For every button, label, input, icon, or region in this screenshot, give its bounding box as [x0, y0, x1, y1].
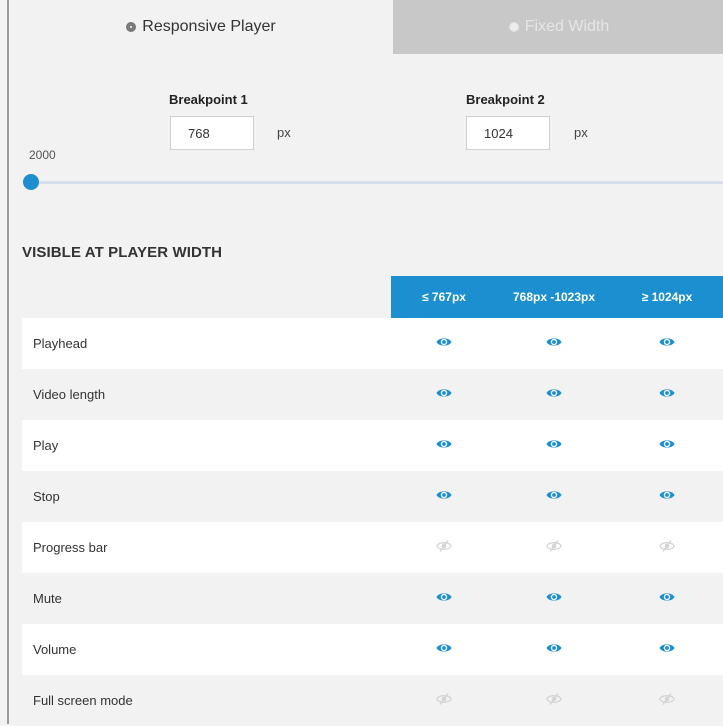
- row-label: Video length: [33, 387, 106, 402]
- visibility-cell: [497, 540, 611, 555]
- slider-value-label: 2000: [29, 148, 56, 162]
- row-label: Progress bar: [33, 540, 108, 555]
- eye-icon[interactable]: [436, 591, 452, 606]
- table-row: Volume: [22, 624, 723, 675]
- visibility-cell: [497, 693, 611, 708]
- breakpoint-1-label: Breakpoint 1: [169, 92, 248, 107]
- table-row: Stop: [22, 471, 723, 522]
- visibility-cell: [391, 693, 497, 708]
- eye-icon[interactable]: [436, 642, 452, 657]
- row-label: Volume: [33, 642, 77, 657]
- breakpoint-2-unit: px: [574, 125, 588, 140]
- table-row: Video length: [22, 369, 723, 420]
- eye-icon[interactable]: [659, 489, 675, 504]
- eye-icon[interactable]: [659, 387, 675, 402]
- row-label: Playhead: [33, 336, 88, 351]
- breakpoint-1-input[interactable]: [170, 116, 254, 150]
- visibility-cell: [391, 489, 497, 504]
- eye-icon[interactable]: [546, 387, 562, 402]
- eye-icon[interactable]: [546, 642, 562, 657]
- visibility-cell: [611, 336, 723, 351]
- visibility-cell: [497, 438, 611, 453]
- eye-icon[interactable]: [546, 591, 562, 606]
- eye-slash-icon[interactable]: [659, 693, 675, 708]
- width-column-header: ≤ 767px 768px -1023px ≥ 1024px: [391, 276, 723, 318]
- eye-slash-icon[interactable]: [546, 693, 562, 708]
- column-header-large: ≥ 1024px: [641, 290, 693, 304]
- eye-icon[interactable]: [436, 387, 452, 402]
- width-slider-track[interactable]: [29, 181, 723, 184]
- player-mode-tabs: Responsive Player Fixed Width: [9, 0, 723, 54]
- table-row: Playhead: [22, 318, 723, 369]
- visibility-cell: [391, 591, 497, 606]
- eye-slash-icon[interactable]: [436, 540, 452, 555]
- table-row: Progress bar: [22, 522, 723, 573]
- visibility-cell: [497, 336, 611, 351]
- eye-slash-icon[interactable]: [546, 540, 562, 555]
- table-row: Mute: [22, 573, 723, 624]
- visibility-cell: [611, 387, 723, 402]
- row-label: Full screen mode: [33, 693, 133, 708]
- visibility-cell: [497, 642, 611, 657]
- visibility-cell: [497, 591, 611, 606]
- visibility-cell: [611, 438, 723, 453]
- radio-selected-icon[interactable]: [126, 22, 137, 32]
- eye-icon[interactable]: [436, 336, 452, 351]
- visibility-cell: [391, 438, 497, 453]
- eye-icon[interactable]: [546, 336, 562, 351]
- column-header-small: ≤ 767px: [422, 290, 466, 304]
- eye-icon[interactable]: [659, 336, 675, 351]
- eye-icon[interactable]: [436, 489, 452, 504]
- visibility-cell: [391, 540, 497, 555]
- radio-unselected-icon[interactable]: [508, 22, 519, 32]
- visibility-cell: [611, 693, 723, 708]
- eye-icon[interactable]: [659, 438, 675, 453]
- column-header-medium: 768px -1023px: [512, 290, 596, 304]
- eye-slash-icon[interactable]: [659, 540, 675, 555]
- eye-icon[interactable]: [659, 591, 675, 606]
- visibility-cell: [611, 642, 723, 657]
- width-slider-handle[interactable]: [23, 174, 39, 190]
- section-title: VISIBLE AT PLAYER WIDTH: [22, 244, 223, 261]
- tab-responsive-label: Responsive Player: [142, 18, 276, 35]
- eye-icon[interactable]: [436, 438, 452, 453]
- breakpoint-1-unit: px: [277, 125, 291, 140]
- eye-icon[interactable]: [659, 642, 675, 657]
- visibility-cell: [391, 642, 497, 657]
- visibility-cell: [497, 387, 611, 402]
- visibility-cell: [611, 591, 723, 606]
- tab-fixed-width[interactable]: Fixed Width: [393, 0, 723, 54]
- breakpoint-2-input[interactable]: [466, 116, 550, 150]
- breakpoint-2-label: Breakpoint 2: [466, 92, 545, 107]
- visibility-cell: [611, 540, 723, 555]
- table-row: Full screen mode: [22, 675, 723, 726]
- visibility-cell: [391, 336, 497, 351]
- eye-icon[interactable]: [546, 489, 562, 504]
- tab-responsive-player[interactable]: Responsive Player: [9, 0, 393, 54]
- eye-slash-icon[interactable]: [436, 693, 452, 708]
- visibility-cell: [497, 489, 611, 504]
- row-label: Mute: [33, 591, 62, 606]
- row-label: Play: [33, 438, 59, 453]
- table-row: Play: [22, 420, 723, 471]
- visibility-table: Playhead Video length Play Stop Progress bar…: [22, 318, 723, 726]
- row-label: Stop: [33, 489, 60, 504]
- eye-icon[interactable]: [546, 438, 562, 453]
- visibility-cell: [611, 489, 723, 504]
- visibility-cell: [391, 387, 497, 402]
- tab-fixed-label: Fixed Width: [524, 18, 610, 35]
